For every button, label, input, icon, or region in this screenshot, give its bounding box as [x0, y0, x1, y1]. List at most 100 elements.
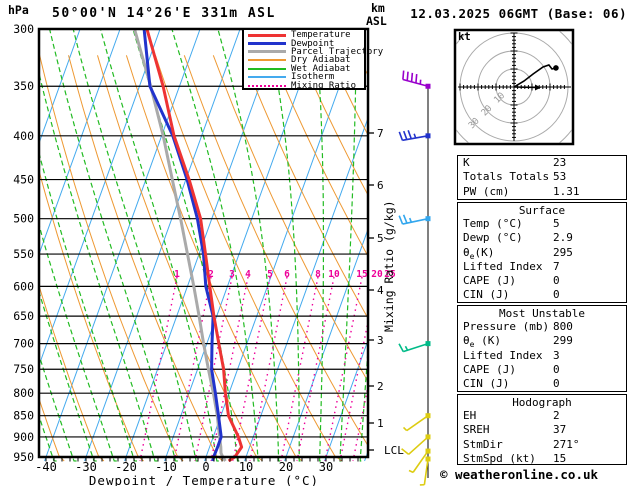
svg-text:400: 400 [13, 129, 34, 143]
table-row-value: 0 [553, 274, 560, 288]
table-section-title: Hodograph [512, 396, 572, 409]
svg-text:10: 10 [239, 460, 253, 474]
hodograph-table: Hodograph EH 2 SREH 37 StmDir 271° StmSpd (kt) 1… [457, 394, 627, 465]
table-row-value: 0 [553, 288, 560, 302]
svg-text:4: 4 [245, 269, 251, 280]
legend-label: Isotherm [291, 72, 335, 83]
table-row-value: 23 [553, 156, 567, 169]
table-row-label: K [463, 156, 470, 169]
table-row: CIN (J) 0 [458, 377, 626, 391]
table-section-title: Most Unstable [498, 307, 586, 320]
svg-text:-20: -20 [115, 460, 137, 474]
skewt-sounding-app: 1 2 3 4 5 6 8 10 15 20 25 300 350 400 450 500 550 600 650 7… [0, 0, 629, 486]
table-row: PW (cm) 1.31 [458, 185, 626, 199]
table-row-label: StmDir [463, 437, 503, 451]
table-row: StmSpd (kt) 15 [458, 452, 626, 466]
legend-swatch-dry-adiabat [248, 59, 286, 62]
svg-text:700: 700 [13, 337, 34, 351]
table-row-value: 15 [553, 451, 567, 465]
datetime-label: 12.03.2025 06GMT (Base: 06) [410, 6, 627, 21]
svg-text:0: 0 [202, 460, 209, 474]
svg-text:30: 30 [319, 460, 333, 474]
most-unstable-table: Most Unstable Pressure (mb) 800 θe (K) 299 Li… [457, 305, 627, 392]
table-row: θe(K) 295 [458, 245, 626, 261]
table-row: EH 2 [458, 409, 626, 423]
table-row: CIN (J) 0 [458, 288, 626, 302]
svg-text:10: 10 [328, 269, 340, 280]
x-axis-title: Dewpoint / Temperature (°C) [88, 473, 320, 486]
hodograph-unit-label: kt [458, 31, 471, 43]
table-row-value: 800 [553, 320, 573, 333]
table-row-label: EH [463, 409, 477, 422]
table-row: Lifted Index 3 [458, 349, 626, 363]
table-row: SREH 37 [458, 423, 626, 437]
pressure-unit-label: hPa [8, 3, 29, 17]
table-row-label: θe(K) [463, 245, 495, 261]
table-row-label: Lifted Index [463, 259, 543, 273]
svg-text:600: 600 [13, 279, 34, 293]
mixing-ratio-axis-title: Mixing Ratio (g/kg) [382, 200, 396, 332]
svg-text:450: 450 [13, 173, 34, 187]
table-row: StmDir 271° [458, 438, 626, 452]
legend-swatch-isotherm [248, 76, 286, 79]
svg-text:15: 15 [356, 269, 368, 280]
table-row-label: θe (K) [463, 334, 501, 350]
table-row-label: StmSpd (kt) [463, 451, 536, 465]
svg-text:500: 500 [13, 212, 34, 226]
table-row-value: 0 [553, 377, 560, 391]
table-row-label: Pressure (mb) [463, 320, 550, 333]
svg-text:-30: -30 [75, 460, 97, 474]
svg-text:20: 20 [279, 460, 293, 474]
station-title: 50°00'N 14°26'E 331m ASL [52, 6, 276, 21]
table-row-label: SREH [463, 423, 490, 437]
svg-text:6: 6 [377, 179, 384, 192]
table-row: Dewp (°C) 2.9 [458, 231, 626, 245]
legend-item: Mixing Ratio [248, 81, 364, 90]
table-row-value: 271° [553, 437, 580, 451]
table-row: Temp (°C) 5 [458, 217, 626, 231]
table-row: θe (K) 299 [458, 334, 626, 350]
svg-text:300: 300 [13, 22, 34, 36]
table-row-label: Lifted Index [463, 348, 543, 362]
svg-text:1: 1 [174, 269, 180, 280]
mixing-ratio-labels: 1 2 3 4 5 6 8 10 15 20 25 [174, 269, 396, 280]
svg-text:800: 800 [13, 386, 34, 400]
table-row-value: 3 [553, 348, 560, 362]
svg-text:1: 1 [377, 417, 384, 430]
table-row-value: 2.9 [553, 231, 573, 245]
svg-text:5: 5 [267, 269, 273, 280]
legend-swatch-dewpoint [248, 42, 286, 46]
svg-text:3: 3 [229, 269, 235, 280]
svg-text:950: 950 [13, 450, 34, 464]
table-row-label: Temp (°C) [463, 217, 523, 230]
table-row-value: 0 [553, 362, 560, 376]
legend-swatch-temperature [248, 33, 286, 37]
svg-text:550: 550 [13, 247, 34, 261]
svg-text:3: 3 [377, 334, 384, 347]
table-row-value: 53 [553, 170, 567, 184]
svg-text:650: 650 [13, 309, 34, 323]
table-row-value: 5 [553, 217, 560, 230]
svg-text:850: 850 [13, 409, 34, 423]
lcl-label: LCL [384, 444, 404, 457]
legend: Temperature Dewpoint Parcel Trajectory Dry … [242, 28, 383, 90]
table-row: CAPE (J) 0 [458, 363, 626, 377]
copyright: © weatheronline.co.uk [440, 467, 599, 482]
svg-text:-10: -10 [155, 460, 177, 474]
surface-table: Surface Temp (°C) 5 Dewp (°C) 2.9 θe(K) 295 Lif… [457, 202, 627, 303]
indices-table: K 23 Totals Totals 53 PW (cm) 1.31 [457, 155, 627, 200]
table-row-label: CIN (J) [463, 288, 510, 302]
table-row-label: CAPE (J) [463, 274, 516, 288]
table-row: K 23 [458, 156, 626, 170]
svg-text:750: 750 [13, 362, 34, 376]
svg-text:2: 2 [208, 269, 214, 280]
table-row: Totals Totals 53 [458, 170, 626, 184]
table-row-value: 299 [553, 334, 573, 348]
table-row: Lifted Index 7 [458, 260, 626, 274]
svg-text:-40: -40 [35, 460, 57, 474]
table-row-label: PW (cm) [463, 184, 510, 198]
table-row-label: Totals Totals [463, 170, 550, 184]
svg-text:6: 6 [284, 269, 290, 280]
table-row-value: 1.31 [553, 184, 580, 198]
legend-label: Temperature [291, 30, 351, 41]
